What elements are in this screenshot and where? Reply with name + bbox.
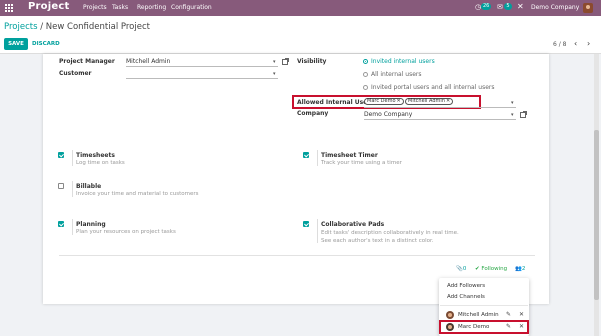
project-manager-field[interactable]: Mitchell Admin: [126, 58, 170, 65]
billable-title: Billable: [76, 183, 102, 190]
apps-menu-icon[interactable]: [5, 4, 13, 12]
remove-tag-icon[interactable]: ✕: [446, 98, 450, 104]
company-external-link-icon[interactable]: [520, 111, 527, 118]
scrollbar-thumb[interactable]: [594, 130, 599, 300]
attachments-count: 0: [462, 266, 467, 272]
followers-button[interactable]: 👥2: [515, 266, 525, 272]
chatter-divider: [59, 255, 535, 256]
billable-desc: Invoice your time and material to custom…: [76, 191, 199, 197]
app-title[interactable]: Project: [28, 1, 69, 12]
save-button[interactable]: SAVE: [4, 38, 28, 50]
timesheet-timer-title: Timesheet Timer: [321, 152, 378, 159]
add-channels-item[interactable]: Add Channels: [447, 294, 485, 300]
project-manager-dropdown-icon[interactable]: ▾: [273, 59, 276, 65]
breadcrumb-projects[interactable]: Projects: [4, 22, 38, 32]
allowed-users-dropdown-icon[interactable]: ▾: [511, 100, 514, 106]
company-label: Company: [297, 110, 329, 117]
external-link-icon[interactable]: [282, 58, 289, 65]
setting-divider: [317, 150, 318, 166]
visibility-radio-portal[interactable]: [363, 85, 368, 90]
follower-name[interactable]: Mitchell Admin: [458, 312, 499, 318]
company-underline: [364, 119, 516, 120]
setting-divider: [317, 219, 318, 243]
customer-dropdown-icon[interactable]: ▾: [273, 71, 276, 77]
activity-badge: 26: [481, 3, 492, 10]
remove-tag-icon[interactable]: ✕: [397, 98, 401, 104]
timesheets-desc: Log time on tasks: [76, 160, 125, 166]
visibility-option-portal[interactable]: Invited portal users and all internal us…: [371, 84, 494, 91]
visibility-radio-invited[interactable]: [363, 59, 368, 64]
company-field[interactable]: Demo Company: [364, 111, 412, 118]
form-sheet: [43, 54, 549, 304]
planning-title: Planning: [76, 221, 106, 228]
setting-divider: [72, 150, 73, 166]
timesheets-title: Timesheets: [76, 152, 115, 159]
user-tag-label: Marc Demo: [367, 98, 396, 104]
timesheets-checkbox[interactable]: [58, 152, 64, 158]
pager-value: 6 / 8: [553, 41, 567, 48]
following-button[interactable]: ✔ Following: [475, 266, 507, 272]
allowed-users-underline: [364, 107, 516, 108]
remove-follower-icon[interactable]: ✕: [519, 323, 524, 330]
dropdown-separator: [440, 305, 528, 306]
follower-avatar: [446, 311, 454, 319]
customer-label: Customer: [59, 70, 92, 77]
allowed-users-label: Allowed Internal Users: [297, 99, 374, 106]
company-dropdown-icon[interactable]: ▾: [511, 112, 514, 118]
attachments-button[interactable]: 📎0: [456, 266, 466, 272]
timesheet-timer-checkbox[interactable]: [303, 152, 309, 158]
follower-avatar: [446, 323, 454, 331]
breadcrumb-current: New Confidential Project: [45, 22, 150, 32]
collaborative-pads-title: Collaborative Pads: [321, 221, 385, 228]
discard-button[interactable]: DISCARD: [32, 38, 60, 50]
user-tag[interactable]: Marc Demo✕: [364, 98, 404, 105]
collaborative-pads-checkbox[interactable]: [303, 221, 309, 227]
edit-follower-icon[interactable]: ✎: [506, 311, 511, 318]
pager-next-icon[interactable]: ›: [587, 39, 590, 48]
user-tag[interactable]: Mitchell Admin✕: [405, 98, 454, 105]
following-label: Following: [481, 266, 508, 272]
edit-follower-icon[interactable]: ✎: [506, 323, 511, 330]
visibility-option-all[interactable]: All internal users: [371, 71, 422, 78]
project-manager-label: Project Manager: [59, 58, 115, 65]
project-manager-underline: [126, 66, 278, 67]
visibility-option-invited[interactable]: Invited internal users: [371, 58, 435, 65]
visibility-radio-all[interactable]: [363, 72, 368, 77]
timesheet-timer-desc: Track your time using a timer: [321, 160, 402, 166]
planning-checkbox[interactable]: [58, 221, 64, 227]
visibility-label: Visibility: [297, 58, 327, 65]
menu-reporting[interactable]: Reporting: [137, 4, 166, 11]
menu-projects[interactable]: Projects: [83, 4, 107, 11]
setting-divider: [72, 219, 73, 235]
followers-count: 2: [521, 266, 526, 272]
follower-name[interactable]: Marc Demo: [458, 324, 489, 330]
menu-configuration[interactable]: Configuration: [171, 4, 212, 11]
setting-divider: [72, 181, 73, 197]
close-icon[interactable]: ✕: [517, 2, 524, 11]
menu-tasks[interactable]: Tasks: [112, 4, 128, 11]
messages-icon[interactable]: ✉: [497, 3, 503, 11]
company-switcher[interactable]: Demo Company: [531, 4, 579, 11]
customer-field[interactable]: [126, 78, 278, 79]
remove-follower-icon[interactable]: ✕: [519, 311, 524, 318]
user-tag-label: Mitchell Admin: [408, 98, 445, 104]
user-avatar[interactable]: [583, 3, 593, 13]
add-followers-item[interactable]: Add Followers: [447, 283, 485, 289]
planning-desc: Plan your resources on project tasks: [76, 229, 176, 235]
messages-badge: 5: [504, 3, 512, 10]
breadcrumb-separator: /: [40, 22, 44, 32]
breadcrumb: Projects / New Confidential Project: [4, 22, 150, 32]
pager-prev-icon[interactable]: ‹: [574, 39, 577, 48]
billable-checkbox[interactable]: [58, 183, 64, 189]
collaborative-pads-desc: Edit tasks' description collaboratively …: [321, 230, 459, 244]
